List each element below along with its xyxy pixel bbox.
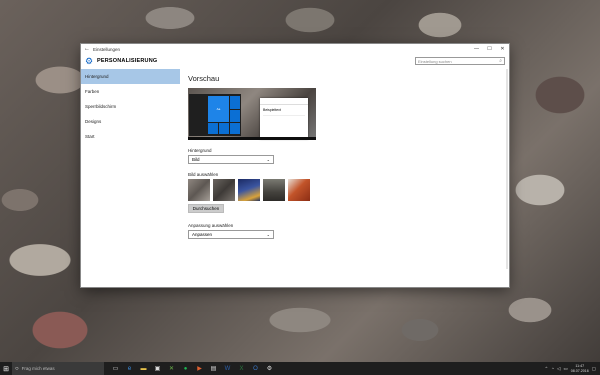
thumbnail-night[interactable]	[238, 179, 260, 201]
word-icon[interactable]: W	[222, 363, 233, 374]
chevron-up-icon[interactable]: ⌃	[545, 366, 549, 372]
cortana-icon: ○	[15, 365, 19, 372]
background-value: Bild	[192, 157, 200, 162]
sidebar-item-label: Sperrbildschirm	[85, 104, 117, 109]
volume-icon[interactable]: ◁	[557, 366, 560, 372]
sidebar-item-label: Designs	[85, 119, 102, 124]
preview-tile-big: Aa	[208, 96, 229, 122]
fit-dropdown[interactable]: Anpassen ⌄	[188, 230, 274, 239]
search-icon: ⌕	[499, 58, 502, 64]
fit-label: Anpassung auswählen	[188, 223, 234, 228]
clock[interactable]: 11:47 08.07.2016	[571, 364, 589, 374]
settings-window: ← Einstellungen — ☐ ✕ ⚙ PERSONALISIERUNG…	[81, 44, 509, 287]
page-header: ⚙ PERSONALISIERUNG Einstellung suchen ⌕	[81, 54, 509, 68]
sample-text: Beispieltext	[263, 108, 281, 112]
preview-taskbar	[188, 137, 316, 140]
sidebar-item-label: Start	[85, 134, 95, 139]
minimize-button[interactable]: —	[470, 46, 483, 52]
search-placeholder: Einstellung suchen	[418, 58, 452, 64]
close-button[interactable]: ✕	[496, 46, 509, 52]
taskbar: ⊞ ○ Frag mich etwas ▭ e ▬ ▣ ✕ ● ▶ ▤ W X …	[0, 362, 600, 375]
sidebar-item-label: Hintergrund	[85, 74, 109, 79]
gear-icon: ⚙	[85, 55, 94, 66]
preview-tile	[230, 109, 240, 122]
task-view-icon[interactable]: ▭	[110, 363, 121, 374]
background-dropdown[interactable]: Bild ⌄	[188, 155, 274, 164]
settings-icon[interactable]: ⚙	[264, 363, 275, 374]
browse-button[interactable]: Durchsuchen	[188, 204, 224, 213]
notifications-icon[interactable]: ▢	[592, 366, 596, 372]
sidebar-item-start[interactable]: Start	[81, 129, 180, 144]
window-title: Einstellungen	[93, 46, 121, 52]
preview-heading: Vorschau	[188, 74, 220, 83]
taskbar-apps: ▭ e ▬ ▣ ✕ ● ▶ ▤ W X O ⚙	[110, 363, 275, 374]
chevron-down-icon: ⌄	[266, 157, 270, 162]
keyboard-icon[interactable]: ▭	[563, 366, 567, 372]
preview-tiles: Aa	[208, 96, 240, 134]
windows-start-icon[interactable]: ⊞	[0, 365, 12, 373]
thumbnail-stones[interactable]	[188, 179, 210, 201]
excel-icon[interactable]: X	[236, 363, 247, 374]
preview-tile	[208, 123, 218, 134]
background-preview: Aa Beispieltext	[188, 88, 316, 140]
back-arrow-icon[interactable]: ←	[81, 46, 93, 52]
search-input[interactable]: Einstellung suchen ⌕	[415, 57, 505, 65]
maximize-button[interactable]: ☐	[483, 46, 496, 52]
edge-icon[interactable]: e	[124, 363, 135, 374]
network-icon[interactable]: ◔	[551, 366, 554, 371]
preview-tile	[230, 96, 240, 109]
spotify-icon[interactable]: ●	[180, 363, 191, 374]
system-tray: ⌃ ◔ ◁ ▭ 11:47 08.07.2016 ▢	[545, 364, 600, 374]
explorer-icon[interactable]: ▬	[138, 363, 149, 374]
title-bar: ← Einstellungen — ☐ ✕	[81, 44, 509, 54]
thumbnail-mountain[interactable]	[263, 179, 285, 201]
page-title: PERSONALISIERUNG	[97, 58, 158, 64]
sample-title-bar	[260, 98, 308, 105]
sidebar-item-hintergrund[interactable]: Hintergrund	[81, 69, 180, 84]
thumbnail-red[interactable]	[288, 179, 310, 201]
clock-date: 08.07.2016	[570, 368, 589, 373]
sidebar-item-label: Farben	[85, 89, 100, 94]
store-icon[interactable]: ▣	[152, 363, 163, 374]
preview-sample-window: Beispieltext	[260, 98, 308, 139]
taskbar-search-text: Frag mich etwas	[21, 366, 55, 371]
outlook-icon[interactable]: O	[250, 363, 261, 374]
main-content: Vorschau Aa Beispieltext Hintergrund Bil…	[188, 74, 488, 239]
media-icon[interactable]: ▶	[194, 363, 205, 374]
background-label: Hintergrund	[188, 148, 212, 153]
sidebar-item-farben[interactable]: Farben	[81, 84, 180, 99]
preview-tile-label: Aa	[216, 107, 221, 111]
sample-body	[263, 115, 305, 130]
sidebar-item-sperrbildschirm[interactable]: Sperrbildschirm	[81, 99, 180, 114]
photos-icon[interactable]: ▤	[208, 363, 219, 374]
sidebar-item-designs[interactable]: Designs	[81, 114, 180, 129]
chevron-down-icon: ⌄	[266, 232, 270, 237]
scrollbar[interactable]	[506, 69, 508, 269]
choose-picture-label: Bild auswählen	[188, 172, 219, 177]
sidebar: Hintergrund Farben Sperrbildschirm Desig…	[81, 69, 180, 144]
picture-thumbnails	[188, 179, 488, 201]
fit-value: Anpassen	[192, 232, 213, 237]
preview-tile	[230, 123, 240, 134]
thumbnail-rocks[interactable]	[213, 179, 235, 201]
preview-tile	[219, 123, 229, 134]
xbox-icon[interactable]: ✕	[166, 363, 177, 374]
taskbar-search[interactable]: ○ Frag mich etwas	[12, 362, 104, 375]
